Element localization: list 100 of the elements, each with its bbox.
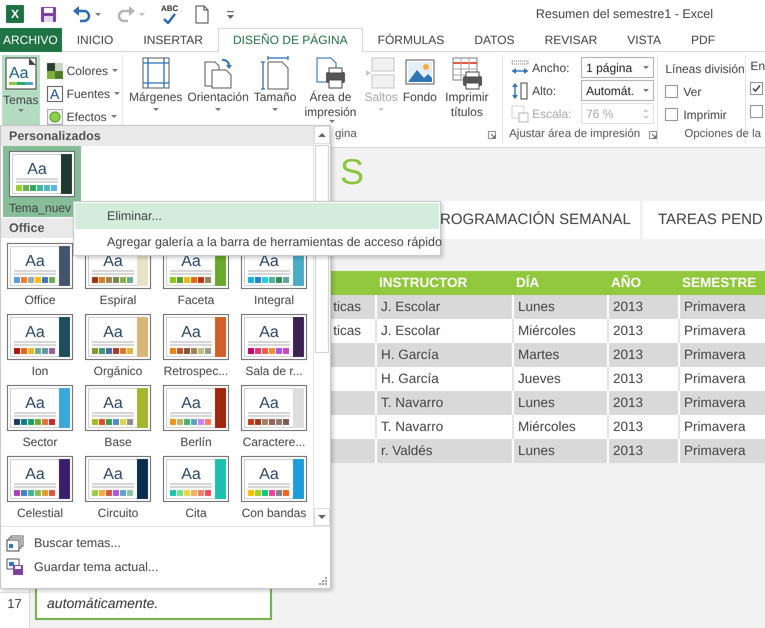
theme-option[interactable]: Aa Sala de r... (235, 309, 313, 380)
dropdown-field[interactable]: 1 página (581, 57, 654, 78)
theme-option[interactable]: Aa Ion (1, 309, 79, 380)
checkbox[interactable] (750, 105, 764, 118)
theme-option[interactable]: Aa Con bandas (235, 451, 313, 522)
print-area-icon (314, 56, 346, 90)
sample-text: Aa (180, 326, 202, 340)
print-titles-icon (450, 56, 483, 90)
sample-text: Aa (24, 255, 46, 269)
sample-text: Aa (180, 255, 202, 269)
down-arrow-icon (318, 515, 326, 519)
themes-button[interactable]: Aa Temas (2, 55, 40, 125)
caret-icon (643, 89, 650, 92)
page-size-icon (259, 56, 292, 90)
print-area-button[interactable]: Área de impresión (299, 55, 362, 126)
checkbox[interactable] (750, 82, 764, 95)
new-document-icon[interactable] (194, 4, 210, 24)
margins-icon (140, 56, 172, 90)
sample-text: Aa (180, 468, 202, 482)
column-header: INSTRUCTOR (378, 274, 468, 292)
caret-icon (95, 12, 101, 16)
spelling-button[interactable]: ABC (161, 4, 178, 24)
sample-text: Aa (102, 397, 124, 411)
scroll-up-button[interactable] (314, 126, 330, 144)
ribbon-tab[interactable]: REVISAR (530, 28, 612, 52)
caret-icon (112, 69, 118, 72)
theme-option[interactable]: Aa Circuito (79, 451, 157, 522)
resize-grip-icon[interactable] (319, 577, 327, 585)
sample-text: Aa (102, 468, 124, 482)
checkbox-label: Ver (683, 84, 702, 100)
app-logo: X (6, 5, 24, 23)
theme-option[interactable]: Aa Retrospec... (157, 309, 235, 380)
column-header: DÍA (515, 274, 540, 292)
table-cell: r. Valdés (375, 439, 512, 463)
theme-option[interactable]: Aa Orgánico (79, 309, 157, 380)
nav-tab[interactable]: ROGRAMACIÓN SEMANAL (440, 201, 640, 239)
checkbox[interactable] (665, 85, 678, 98)
color-squares-icon (46, 62, 63, 78)
size-button[interactable]: Tamaño (252, 55, 298, 126)
dialog-launcher-icon[interactable] (488, 131, 496, 139)
customize-icon[interactable] (226, 8, 236, 20)
checkbox-label: Imprimir (683, 106, 727, 124)
sample-text: Aa (258, 468, 280, 482)
sample-text: Aa (180, 397, 202, 411)
colors-button[interactable]: Colores (44, 59, 122, 82)
print-titles-button[interactable]: Imprimir títulos (440, 55, 494, 126)
checkbox[interactable] (665, 108, 678, 121)
sample-text: Aa (258, 326, 280, 340)
orientation-button[interactable]: Orientación (185, 55, 251, 126)
window-title: Resumen del semestre1 - Excel (536, 6, 713, 23)
column-heading: En (750, 58, 765, 74)
table-cell: 2013 (607, 439, 678, 463)
theme-option[interactable]: Aa Cita (157, 451, 235, 522)
ribbon-tab[interactable]: DATOS (459, 28, 530, 52)
up-arrow-icon (318, 133, 326, 137)
dialog-launcher-icon[interactable] (649, 131, 658, 139)
caret-icon (643, 66, 650, 69)
ribbon-tab[interactable]: DISEÑO DE PÁGINA (218, 28, 363, 52)
margins-button[interactable]: Márgenes (127, 55, 184, 126)
theme-option[interactable]: Aa Caractere... (235, 380, 313, 451)
sample-text: Aa (102, 326, 124, 340)
ribbon-tab[interactable]: VISTA (612, 28, 676, 52)
theme-option[interactable]: Aa Base (79, 380, 157, 451)
row-number: 17 (0, 592, 29, 613)
scroll-down-button[interactable] (314, 508, 330, 526)
group-label: gina (335, 127, 357, 142)
group-label: Opciones de la (684, 127, 762, 142)
theme-option[interactable]: Aa Berlín (157, 380, 235, 451)
theme-option[interactable]: Aa Sector (1, 380, 79, 451)
table-cell: Primavera (678, 439, 763, 463)
ribbon-tab[interactable]: PDF (676, 28, 730, 52)
background-button[interactable]: Fondo (400, 55, 439, 126)
width-arrows-icon (511, 60, 530, 75)
caret-icon (110, 115, 117, 118)
save-icon[interactable] (40, 6, 57, 22)
fonts-button[interactable]: A Fuentes (44, 82, 122, 105)
nav-tab[interactable]: TAREAS PEND (643, 201, 765, 239)
undo-icon[interactable] (73, 6, 91, 22)
file-tab[interactable]: ARCHIVO (0, 28, 62, 52)
ribbon-tab[interactable]: FÓRMULAS (362, 28, 460, 52)
column-heading: Líneas división (665, 60, 746, 78)
caret-icon (114, 92, 120, 95)
height-arrows-icon (511, 82, 530, 100)
table-cell-text: ticas (332, 298, 362, 316)
themes-icon: Aa (4, 57, 37, 91)
ribbon-tab[interactable]: INICIO (62, 28, 128, 52)
page-breaks-icon (365, 56, 398, 90)
group-label: Ajustar área de impresión (509, 127, 640, 142)
theme-option[interactable]: Aa Celestial (1, 451, 79, 522)
theme-option[interactable]: Aa Tema_nuev (3, 146, 81, 217)
menu-item[interactable]: Buscar temas... (1, 531, 127, 555)
column-header: SEMESTRE (681, 274, 758, 292)
ribbon-tab[interactable]: INSERTAR (128, 28, 218, 52)
orientation-icon (202, 56, 234, 90)
sample-text: Aa (258, 255, 280, 269)
fonts-icon: A (46, 86, 63, 102)
save-theme-icon (6, 558, 24, 576)
dropdown-field[interactable]: Automát. (581, 80, 654, 101)
sample-text: Aa (102, 255, 124, 269)
menu-item[interactable]: Eliminar... (75, 203, 439, 229)
